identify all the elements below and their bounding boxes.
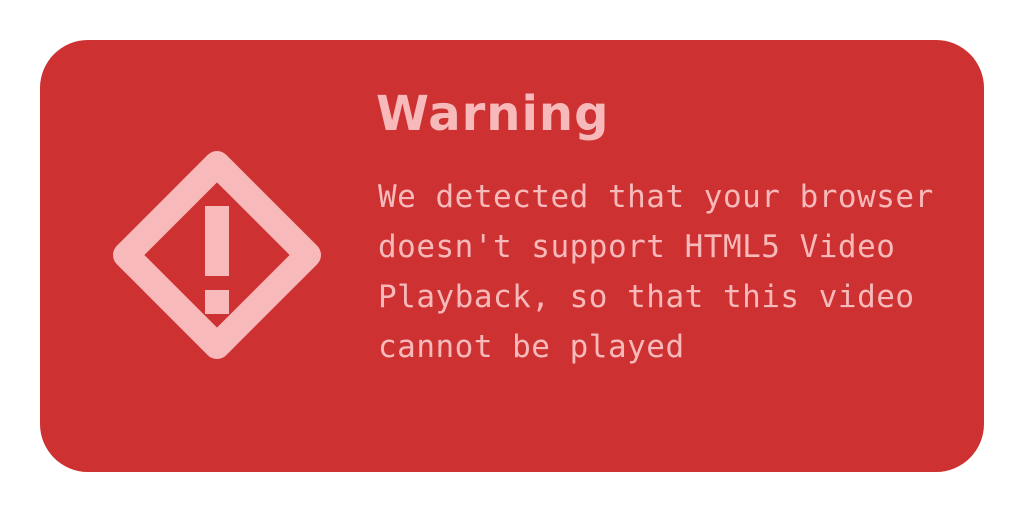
warning-title: Warning [376, 86, 610, 142]
warning-card: Warning We detected that your browser do… [40, 40, 984, 472]
warning-message: We detected that your browser doesn't su… [378, 179, 934, 365]
warning-icon [110, 148, 324, 362]
